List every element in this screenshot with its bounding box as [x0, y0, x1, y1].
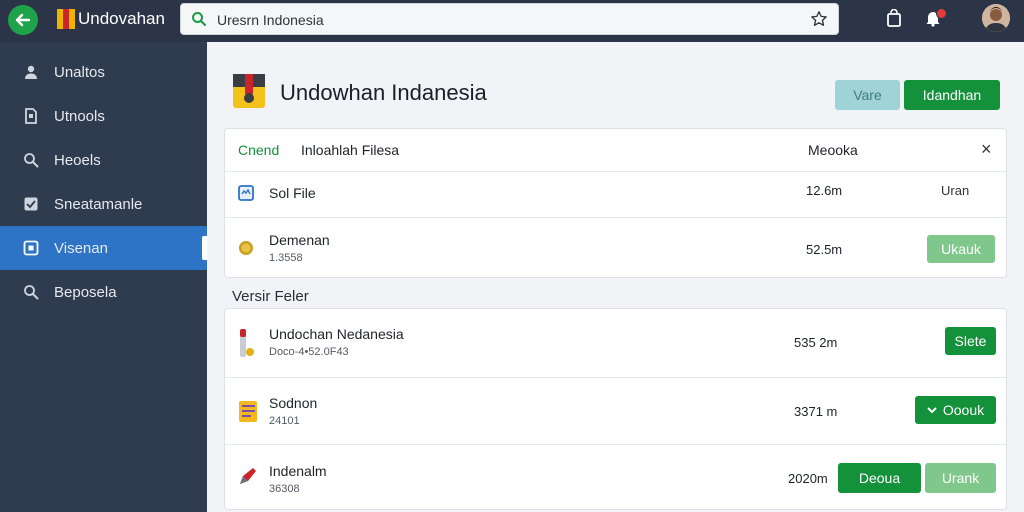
sidebar-item-label: Heoels — [54, 151, 101, 169]
row-sub: Doco-4•52.0F43 — [269, 346, 349, 358]
row-name: Indenalm — [269, 463, 327, 479]
page-title: Undowhan Indanesia — [280, 80, 487, 105]
square-icon — [23, 240, 39, 256]
chevron-down-icon — [927, 407, 937, 414]
back-button[interactable] — [8, 5, 38, 35]
row-name: Undochan Nedanesia — [269, 326, 404, 342]
sidebar-item-heoels[interactable]: Heoels — [0, 138, 207, 182]
tab-files[interactable]: Inloahlah Filesa — [301, 142, 399, 158]
row-size: 12.6m — [806, 183, 843, 198]
notification-badge — [936, 8, 947, 19]
row-sub: 1.3558 — [269, 252, 303, 264]
table-row[interactable]: Demenan 1.3558 52.5m Ukauk — [225, 217, 1006, 279]
row-size: 52.5m — [806, 242, 843, 257]
ukauk-button[interactable]: Ukauk — [927, 235, 995, 263]
sidebar-item-label: Beposela — [54, 283, 117, 301]
row-sub: 36308 — [269, 483, 300, 495]
vare-button[interactable]: Vare — [835, 80, 900, 110]
row-name: Sol File — [269, 185, 316, 201]
sidebar-item-beposela[interactable]: Beposela — [0, 270, 207, 314]
search-input[interactable] — [217, 10, 777, 30]
table-row[interactable]: Sodnon 24101 3371 m Ooouk — [225, 377, 1006, 444]
ooouk-label: Ooouk — [942, 402, 985, 418]
uran-link[interactable]: Uran — [941, 183, 969, 198]
search-icon — [24, 153, 39, 168]
file-panel-header: Cnend Inloahlah Filesa Meooka × — [225, 129, 1006, 171]
file-icon — [238, 185, 254, 201]
column-header: Meooka — [808, 142, 858, 158]
search-bar — [180, 3, 839, 35]
tube-icon — [240, 329, 254, 357]
app-title: Undovahan — [78, 9, 165, 28]
urank-button[interactable]: Urank — [925, 463, 996, 493]
row-sub: 24101 — [269, 415, 300, 427]
sidebar: Unaltos Utnools Heoels Sneatamanle Visen… — [0, 42, 207, 512]
slete-button[interactable]: Slete — [945, 327, 996, 355]
row-size: 535 2m — [794, 335, 838, 350]
avatar[interactable] — [982, 4, 1010, 32]
row-name: Sodnon — [269, 395, 318, 411]
sidebar-item-visenan[interactable]: Visenan — [0, 226, 207, 270]
row-size: 2020m — [788, 471, 828, 486]
arrow-left-icon — [15, 13, 31, 27]
folder-icon — [239, 401, 257, 422]
sidebar-item-label: Visenan — [54, 239, 108, 257]
table-row[interactable]: Undochan Nedanesia Doco-4•52.0F43 535 2m… — [225, 309, 1006, 377]
bag-icon[interactable] — [886, 9, 902, 27]
idandhan-button[interactable]: Idandhan — [904, 80, 1000, 110]
tab-cnend[interactable]: Cnend — [238, 142, 279, 158]
main-content: Undowhan Indanesia Vare Idandhan Cnend I… — [207, 42, 1024, 512]
sidebar-item-utnools[interactable]: Utnools — [0, 94, 207, 138]
file-panel: Cnend Inloahlah Filesa Meooka × Sol File… — [224, 128, 1007, 278]
sidebar-item-label: Sneatamanle — [54, 195, 143, 213]
row-name: Demenan — [269, 232, 330, 248]
sidebar-item-sneatamanle[interactable]: Sneatamanle — [0, 182, 207, 226]
search-icon — [192, 12, 207, 27]
search-icon — [24, 285, 39, 300]
checkbox-icon — [24, 197, 38, 211]
table-row[interactable]: Indenalm 36308 2020m Deoua Urank — [225, 444, 1006, 511]
sidebar-item-unaltos[interactable]: Unaltos — [0, 50, 207, 94]
ooouk-button[interactable]: Ooouk — [915, 396, 996, 424]
pencil-icon — [240, 468, 256, 484]
coin-icon — [239, 241, 253, 255]
app-logo — [57, 9, 75, 29]
section-label: Versir Feler — [232, 288, 309, 305]
star-icon[interactable] — [810, 10, 828, 28]
top-bar: Undovahan — [0, 0, 1024, 42]
row-size: 3371 m — [794, 404, 838, 419]
deoua-button[interactable]: Deoua — [838, 463, 921, 493]
sidebar-item-label: Unaltos — [54, 63, 105, 81]
version-list: Undochan Nedanesia Doco-4•52.0F43 535 2m… — [224, 308, 1007, 510]
document-icon — [25, 108, 37, 124]
table-row[interactable]: Sol File 12.6m Uran — [225, 171, 1006, 217]
close-icon[interactable]: × — [981, 139, 992, 160]
user-icon — [25, 65, 37, 79]
package-icon — [233, 74, 265, 108]
user-avatar-icon — [982, 4, 1010, 32]
sidebar-item-label: Utnools — [54, 107, 105, 125]
